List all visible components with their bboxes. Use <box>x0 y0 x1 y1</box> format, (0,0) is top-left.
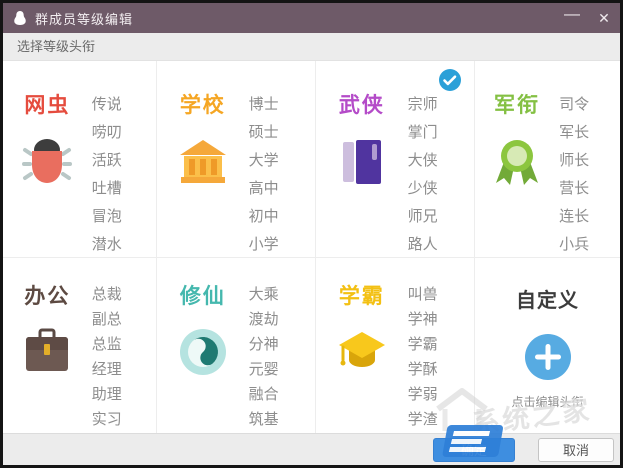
footer-bar: 确定 取消 <box>3 433 620 465</box>
level-item: 大乘 <box>249 282 315 307</box>
titlebar: 群成员等级编辑 — ✕ <box>3 3 620 33</box>
category-card-study-master[interactable]: 学霸 叫兽 学神 学霸 学酥 学弱 学渣 <box>316 258 475 433</box>
level-item: 唠叨 <box>92 119 156 147</box>
briefcase-icon <box>21 326 73 378</box>
subtitle-label: 选择等级头衔 <box>17 39 95 54</box>
level-item: 师长 <box>559 147 620 175</box>
level-item: 学弱 <box>408 382 474 407</box>
qq-penguin-icon <box>12 10 28 26</box>
window-title: 群成员等级编辑 <box>35 9 133 28</box>
level-item: 总监 <box>92 332 156 357</box>
level-list: 总裁 副总 总监 经理 助理 实习 <box>92 280 156 433</box>
level-item: 连长 <box>559 203 620 231</box>
level-item: 实习 <box>92 407 156 432</box>
category-card-custom[interactable]: 自定义 点击编辑头衔 <box>475 258 620 433</box>
level-item: 渡劫 <box>249 307 315 332</box>
category-card-net-bug[interactable]: 网虫 传说 唠叨 活跃 吐槽 冒泡 潜水 <box>3 61 157 258</box>
medal-icon <box>491 135 543 187</box>
school-building-icon <box>177 135 229 187</box>
card-left: 军衔 <box>475 89 559 257</box>
level-list: 博士 硕士 大学 高中 初中 小学 <box>249 89 315 257</box>
level-item: 营长 <box>559 175 620 203</box>
level-item: 硕士 <box>249 119 315 147</box>
category-title: 办公 <box>24 280 70 310</box>
minimize-button[interactable]: — <box>556 3 588 33</box>
category-title: 军衔 <box>494 89 540 119</box>
card-left: 武侠 <box>316 89 408 257</box>
book-icon <box>336 135 388 187</box>
level-item: 传说 <box>92 91 156 119</box>
category-title: 网虫 <box>24 89 70 119</box>
level-item: 军长 <box>559 119 620 147</box>
category-title: 修仙 <box>180 280 226 310</box>
level-item: 学酥 <box>408 357 474 382</box>
level-item: 大学 <box>249 147 315 175</box>
level-list: 大乘 渡劫 分神 元婴 融合 筑基 <box>249 280 315 433</box>
level-item: 路人 <box>408 231 474 259</box>
close-button[interactable]: ✕ <box>588 3 620 33</box>
level-item: 融合 <box>249 382 315 407</box>
level-item: 活跃 <box>92 147 156 175</box>
selected-check-icon <box>438 68 462 92</box>
category-grid: 网虫 传说 唠叨 活跃 吐槽 冒泡 潜水 <box>3 61 620 433</box>
level-item: 学霸 <box>408 332 474 357</box>
graduation-cap-icon <box>336 326 388 378</box>
card-left: 网虫 <box>3 89 92 257</box>
level-item: 经理 <box>92 357 156 382</box>
level-item: 初中 <box>249 203 315 231</box>
group-level-editor-dialog: 群成员等级编辑 — ✕ 选择等级头衔 网虫 传说 <box>0 0 623 468</box>
category-card-martial-arts[interactable]: 武侠 宗师 掌门 大侠 少侠 师兄 路人 <box>316 61 475 258</box>
level-item: 元婴 <box>249 357 315 382</box>
card-left: 学校 <box>157 89 249 257</box>
level-item: 小学 <box>249 231 315 259</box>
level-item: 冒泡 <box>92 203 156 231</box>
level-item: 司令 <box>559 91 620 119</box>
level-item: 吐槽 <box>92 175 156 203</box>
level-list: 传说 唠叨 活跃 吐槽 冒泡 潜水 <box>92 89 156 257</box>
confirm-button[interactable]: 确定 <box>433 438 515 462</box>
level-item: 高中 <box>249 175 315 203</box>
category-title: 学校 <box>180 89 226 119</box>
category-card-cultivation[interactable]: 修仙 大乘 渡劫 分神 元婴 融合 筑基 <box>157 258 316 433</box>
level-list: 宗师 掌门 大侠 少侠 师兄 路人 <box>408 89 474 257</box>
category-card-military-rank[interactable]: 军衔 司令 军长 师长 营长 连长 小兵 <box>475 61 620 258</box>
level-item: 大侠 <box>408 147 474 175</box>
level-item: 少侠 <box>408 175 474 203</box>
plus-icon[interactable] <box>524 333 572 381</box>
bug-icon <box>21 135 73 187</box>
level-list: 叫兽 学神 学霸 学酥 学弱 学渣 <box>408 280 474 433</box>
level-item: 总裁 <box>92 282 156 307</box>
cancel-button[interactable]: 取消 <box>538 438 614 462</box>
level-item: 学神 <box>408 307 474 332</box>
level-item: 宗师 <box>408 91 474 119</box>
subtitle-bar: 选择等级头衔 <box>3 33 620 61</box>
level-item: 小兵 <box>559 231 620 259</box>
yinyang-icon <box>177 326 229 378</box>
level-item: 博士 <box>249 91 315 119</box>
level-item: 筑基 <box>249 407 315 432</box>
level-item: 师兄 <box>408 203 474 231</box>
level-list: 司令 军长 师长 营长 连长 小兵 <box>559 89 620 257</box>
card-left: 学霸 <box>316 280 408 433</box>
level-item: 潜水 <box>92 231 156 259</box>
level-item: 分神 <box>249 332 315 357</box>
level-item: 副总 <box>92 307 156 332</box>
custom-caption: 点击编辑头衔 <box>511 393 583 410</box>
level-item: 学渣 <box>408 407 474 432</box>
card-left: 修仙 <box>157 280 249 433</box>
level-item: 助理 <box>92 382 156 407</box>
category-title: 学霸 <box>339 280 385 310</box>
level-item: 叫兽 <box>408 282 474 307</box>
level-item: 掌门 <box>408 119 474 147</box>
category-title: 武侠 <box>339 89 385 119</box>
category-card-office[interactable]: 办公 总裁 副总 总监 经理 助理 实习 <box>3 258 157 433</box>
category-card-school[interactable]: 学校 博士 硕士 大学 高中 初中 小学 <box>157 61 316 258</box>
card-left: 办公 <box>3 280 92 433</box>
category-title: 自定义 <box>516 284 579 313</box>
